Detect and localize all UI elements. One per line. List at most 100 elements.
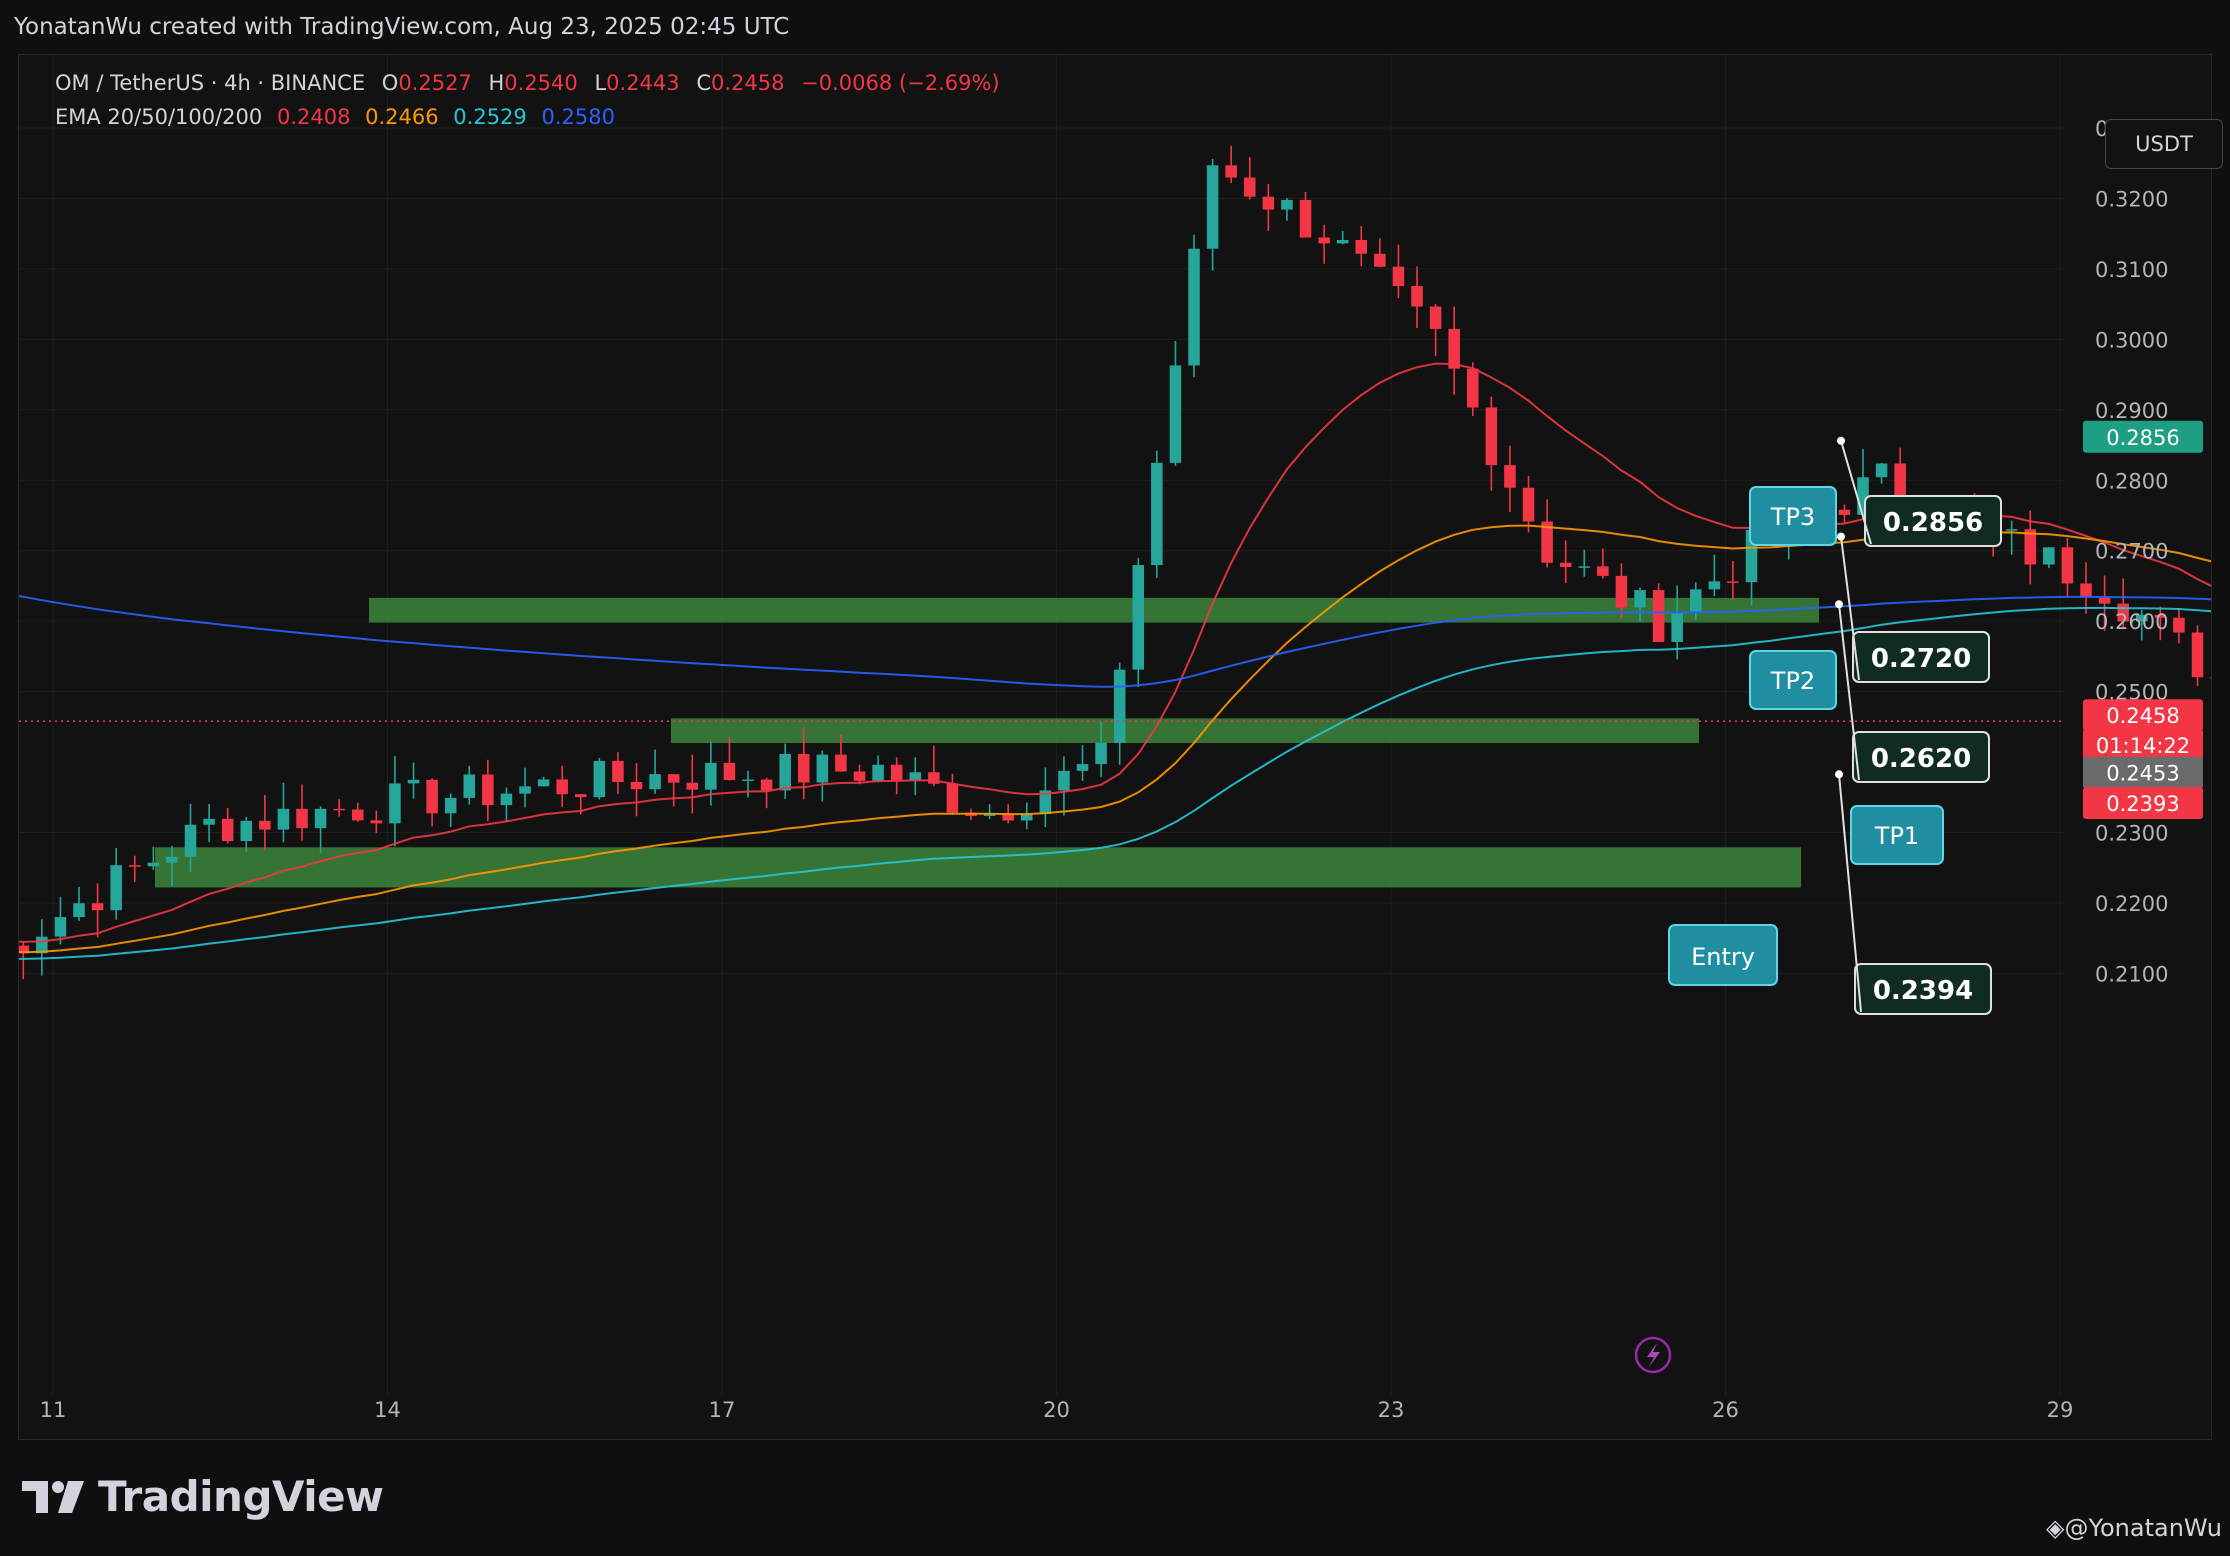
candle-body bbox=[482, 774, 494, 806]
candle-body bbox=[872, 764, 884, 781]
candle-body bbox=[1392, 266, 1405, 287]
support-zone bbox=[369, 597, 1819, 623]
candle-body bbox=[1262, 196, 1275, 210]
candle-body bbox=[1671, 612, 1683, 642]
candle-body bbox=[203, 818, 215, 825]
lightning-icon bbox=[1634, 1336, 1672, 1374]
candle-body bbox=[575, 794, 587, 798]
candle-body bbox=[426, 779, 438, 814]
symbol-name[interactable]: OM / TetherUS · 4h · BINANCE bbox=[55, 71, 365, 95]
high-label: H bbox=[488, 71, 505, 95]
y-axis-tick-label: 0.2700 bbox=[2095, 540, 2168, 564]
candle-body bbox=[1318, 237, 1330, 244]
candle-body bbox=[91, 903, 104, 911]
ema-label[interactable]: EMA 20/50/100/200 bbox=[55, 105, 262, 129]
diamond-icon: ◈ bbox=[2046, 1514, 2065, 1542]
candle-body bbox=[333, 808, 345, 811]
candle-body bbox=[1578, 566, 1591, 568]
symbol-legend: OM / TetherUS · 4h · BINANCE O0.2527 H0.… bbox=[55, 71, 1000, 95]
candle-body bbox=[389, 783, 401, 824]
candle-body bbox=[723, 762, 736, 781]
chart-frame[interactable]: 1 (0.3029)0.786 (0.2856)0.618 (0.2720)0.… bbox=[18, 54, 2223, 1440]
candle-body bbox=[1355, 240, 1368, 254]
candle-body bbox=[2191, 632, 2204, 678]
x-axis-tick-label: 20 bbox=[1043, 1398, 1070, 1422]
y-axis-tick-label: 0.2200 bbox=[2095, 892, 2168, 916]
candle-body bbox=[184, 824, 197, 857]
x-axis-tick-label: 17 bbox=[709, 1398, 736, 1422]
candle-body bbox=[798, 754, 810, 783]
candle-body bbox=[649, 774, 661, 790]
y-axis-tick-label: 0.2900 bbox=[2095, 399, 2168, 423]
candle-body bbox=[612, 760, 624, 782]
candle-body bbox=[556, 779, 568, 795]
candle-body bbox=[1485, 407, 1498, 466]
y-axis-tick-label: 0.2300 bbox=[2095, 822, 2168, 846]
candle-body bbox=[1838, 509, 1851, 515]
open-label: O bbox=[381, 71, 399, 95]
tp3-value-text: 0.2856 bbox=[1883, 508, 1983, 538]
tradingview-logo[interactable]: TradingView bbox=[22, 1472, 384, 1521]
candle-body bbox=[1411, 286, 1423, 307]
x-axis-tick-label: 23 bbox=[1378, 1398, 1405, 1422]
candle-body bbox=[946, 783, 959, 813]
candle-body bbox=[1188, 248, 1200, 366]
tp1-anchor bbox=[1835, 600, 1843, 609]
open-value: 0.2527 bbox=[398, 71, 472, 95]
candle-body bbox=[129, 865, 141, 867]
candle-body bbox=[835, 754, 847, 772]
candle-body bbox=[2098, 597, 2111, 604]
candle-body bbox=[73, 903, 85, 918]
tp2-label-text: TP2 bbox=[1770, 667, 1815, 695]
y-axis-tick-label: 0.3100 bbox=[2095, 258, 2168, 282]
candle-body bbox=[500, 793, 513, 806]
tp1-value-text: 0.2620 bbox=[1871, 744, 1971, 774]
candle-body bbox=[667, 774, 680, 783]
candle-body bbox=[444, 797, 457, 814]
x-axis-tick-label: 14 bbox=[374, 1398, 401, 1422]
price-chart[interactable]: 1 (0.3029)0.786 (0.2856)0.618 (0.2720)0.… bbox=[19, 55, 2211, 1439]
candle-body bbox=[519, 786, 531, 794]
y-axis-tick-label: 0.3000 bbox=[2095, 328, 2168, 352]
entry-label-text: Entry bbox=[1691, 943, 1755, 971]
candle-body bbox=[110, 865, 122, 911]
price-axis-label-text: 0.2453 bbox=[2106, 762, 2179, 786]
candle-body bbox=[593, 760, 606, 798]
candle-body bbox=[2173, 617, 2185, 633]
close-value: 0.2458 bbox=[711, 71, 785, 95]
brand-name: TradingView bbox=[98, 1472, 384, 1521]
candle-body bbox=[1597, 566, 1609, 576]
ema20-value: 0.2408 bbox=[276, 105, 351, 129]
candle-body bbox=[537, 779, 550, 787]
candle-body bbox=[1522, 487, 1535, 522]
candle-body bbox=[1336, 240, 1349, 244]
price-axis-label-text: 0.2458 bbox=[2106, 704, 2179, 728]
candle-body bbox=[1281, 199, 1293, 210]
tradingview-logo-icon bbox=[22, 1480, 84, 1513]
candle-body bbox=[1299, 199, 1312, 238]
candle-body bbox=[1095, 742, 1107, 765]
candle-body bbox=[147, 862, 160, 867]
lightning-icon-bolt bbox=[1647, 1343, 1660, 1367]
y-axis-tick-label: 0.2800 bbox=[2095, 469, 2168, 493]
ema-legend: EMA 20/50/100/200 0.2408 0.2466 0.2529 0… bbox=[55, 105, 615, 129]
candle-body bbox=[54, 917, 67, 937]
candle-body bbox=[1708, 581, 1721, 590]
candle-body bbox=[2061, 547, 2074, 584]
x-axis-tick-label: 26 bbox=[1712, 1398, 1739, 1422]
candle-body bbox=[742, 779, 754, 782]
candle-body bbox=[240, 820, 253, 842]
candle-body bbox=[314, 808, 327, 829]
candle-body bbox=[1559, 562, 1572, 567]
candle-body bbox=[259, 820, 271, 830]
candle-body bbox=[630, 781, 643, 790]
tp3-anchor bbox=[1837, 436, 1845, 445]
candle-body bbox=[1058, 770, 1070, 791]
currency-button[interactable]: USDT bbox=[2105, 119, 2223, 169]
price-axis-label-text: 0.2856 bbox=[2106, 426, 2179, 450]
entry-anchor bbox=[1835, 770, 1843, 779]
high-value: 0.2540 bbox=[504, 71, 578, 95]
candle-body bbox=[1504, 465, 1516, 488]
y-axis-tick-label: 0.2600 bbox=[2095, 610, 2168, 634]
ema50-value: 0.2466 bbox=[365, 105, 439, 129]
